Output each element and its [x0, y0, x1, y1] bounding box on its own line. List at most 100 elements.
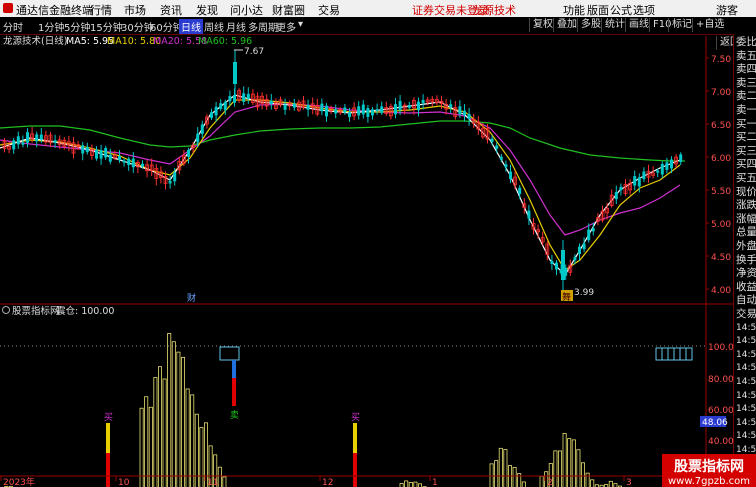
- histogram-bar: [567, 438, 572, 487]
- period-15min[interactable]: 15分钟: [90, 19, 123, 34]
- current-value: 48.06: [702, 418, 728, 428]
- period-5min[interactable]: 5分钟: [64, 19, 90, 34]
- histogram-bar: [562, 433, 567, 487]
- order-book-label: 换手: [736, 253, 756, 266]
- candle-body: [223, 101, 227, 111]
- order-book-label: 14:5: [736, 390, 756, 401]
- candle-body: [394, 104, 397, 115]
- price-tick-label: 4.50: [711, 253, 731, 263]
- sub-histogram: [4, 333, 623, 487]
- candle-body: [200, 124, 204, 134]
- btn-huaxian[interactable]: 画线: [625, 18, 652, 32]
- histogram-bar: [180, 356, 185, 487]
- candle-body: [591, 228, 595, 232]
- period-monthly[interactable]: 月线: [226, 19, 246, 34]
- order-book-label: 现价: [736, 185, 756, 198]
- candle-body: [407, 105, 411, 108]
- order-book-label: 14:5: [736, 377, 756, 387]
- period-multi[interactable]: 多周期: [248, 19, 278, 34]
- btn-duogu[interactable]: 多股: [577, 18, 604, 32]
- histogram-bar: [167, 333, 172, 487]
- candle-body: [504, 164, 508, 168]
- menu-item-caifuquan[interactable]: 财富圈: [272, 2, 305, 18]
- candle-body: [108, 154, 112, 162]
- order-book-label: 涨幅: [736, 212, 756, 225]
- sub-indicator-title: 股票指标网: [12, 305, 60, 317]
- x-tick-label: 1: [432, 478, 438, 487]
- candle-body: [104, 148, 108, 158]
- buy-signal-bar-2: [353, 423, 357, 453]
- order-book-label: 买五: [736, 172, 756, 184]
- ma60-line: [0, 120, 685, 162]
- period-more[interactable]: 更多: [276, 19, 296, 34]
- candle-body: [467, 114, 471, 119]
- period-weekly[interactable]: 周线: [204, 19, 224, 34]
- candle-body: [233, 95, 236, 103]
- menu-item-banmian[interactable]: 版面: [587, 2, 609, 18]
- histogram-bar: [539, 475, 544, 487]
- menu-item-jiaoyi[interactable]: 交易: [318, 2, 340, 18]
- price-tick-label: 6.00: [711, 154, 731, 164]
- candle-body: [518, 187, 522, 195]
- btn-fuquan[interactable]: 复权: [529, 18, 556, 32]
- candle-body: [490, 138, 494, 142]
- menu-item-xuanxiang[interactable]: 选项: [633, 2, 655, 18]
- indicator-settings-icon[interactable]: [2, 306, 10, 314]
- finance-tag[interactable]: 财: [187, 292, 196, 304]
- sub-tick-label: 60.00: [708, 406, 733, 416]
- period-60min[interactable]: 60分钟: [150, 19, 183, 34]
- candle-body: [348, 112, 351, 118]
- candle-body: [53, 140, 57, 143]
- watermark-url: www.7gpzb.com: [668, 476, 750, 487]
- menu-item-gongshi[interactable]: 公式: [610, 2, 632, 18]
- kline-chart[interactable]: 龙源技术(日线) MA5: 5.95 MA10: 5.80 MA20: 5.58…: [0, 34, 733, 487]
- histogram-bar: [176, 351, 181, 487]
- histogram-bar: [581, 462, 586, 487]
- period-1min[interactable]: 1分钟: [38, 19, 64, 34]
- candle-body: [578, 246, 581, 255]
- candle-body: [173, 172, 177, 182]
- menu-item-faxian[interactable]: 发现: [196, 2, 218, 18]
- candle-high-body: [233, 62, 237, 84]
- order-book-label: 交易: [736, 308, 756, 320]
- menu-item-wenxiaoda[interactable]: 问小达: [230, 2, 263, 18]
- price-tick-label: 6.50: [711, 121, 731, 131]
- btn-tongji[interactable]: 统计: [601, 18, 628, 32]
- order-book-label: 买四: [736, 158, 756, 171]
- histogram-bar: [558, 450, 563, 487]
- menu-item-gongneng[interactable]: 功能: [563, 2, 585, 18]
- ma20-line: [0, 103, 681, 236]
- btn-biaoji[interactable]: 标记: [668, 18, 695, 32]
- candle-body: [587, 229, 591, 241]
- sell-signal-bar-red: [232, 378, 236, 406]
- candle-body: [95, 149, 98, 159]
- btn-add-watchlist[interactable]: +自选: [692, 18, 727, 32]
- candle-body: [228, 96, 232, 102]
- menu-item-zixun[interactable]: 资讯: [160, 2, 182, 18]
- histogram-bar: [494, 460, 499, 487]
- candle-body: [417, 101, 420, 111]
- menu-item-hangqing[interactable]: 行情: [90, 2, 112, 18]
- candle-body: [283, 104, 287, 110]
- menu-item-shichang[interactable]: 市场: [124, 2, 146, 18]
- price-tick-label: 5.00: [711, 220, 731, 230]
- candle-body: [168, 180, 172, 184]
- histogram-bar: [399, 483, 404, 487]
- period-daily[interactable]: 日线: [179, 19, 203, 34]
- histogram-bar: [608, 480, 613, 487]
- order-book-label: 14:5: [736, 363, 756, 374]
- candle-body: [320, 103, 324, 112]
- more-chevron-icon[interactable]: ▾: [298, 19, 303, 30]
- candle-body: [306, 104, 310, 110]
- period-30min[interactable]: 30分钟: [121, 19, 154, 34]
- period-fenshi[interactable]: 分时: [3, 19, 23, 34]
- candle-body: [292, 103, 296, 108]
- event-tag[interactable]: 舞: [562, 292, 571, 303]
- btn-diejia[interactable]: 叠加: [553, 18, 580, 32]
- histogram-bar: [590, 479, 595, 487]
- site-watermark: 股票指标网 www.7gpzb.com: [662, 454, 756, 487]
- candle-body: [246, 93, 250, 99]
- histogram-bar: [153, 377, 158, 487]
- menu-item-youke[interactable]: 游客: [716, 2, 738, 18]
- histogram-bar: [503, 449, 508, 487]
